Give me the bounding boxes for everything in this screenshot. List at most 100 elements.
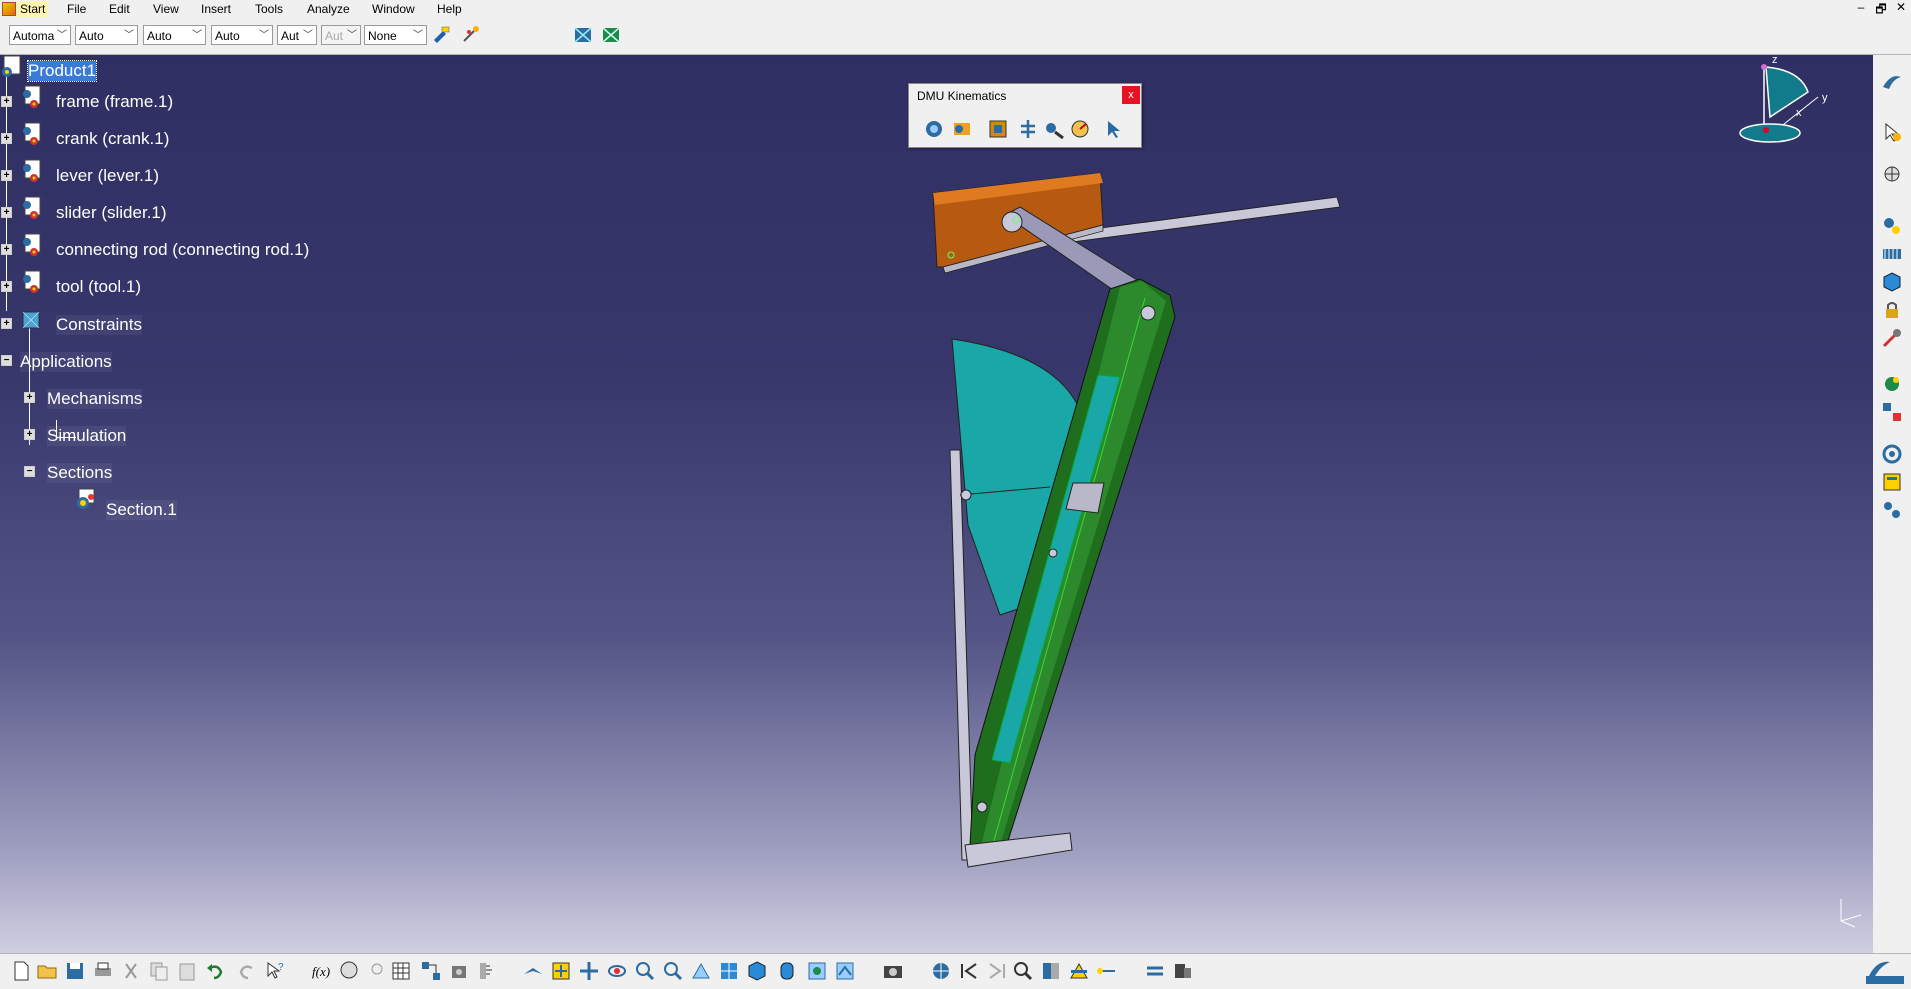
expand-crank-toggle[interactable]: + — [1, 133, 12, 144]
fly-icon[interactable] — [522, 960, 544, 982]
zoom-in-icon[interactable] — [634, 960, 656, 982]
snap-icon[interactable] — [1881, 373, 1903, 395]
lock-icon[interactable] — [1881, 299, 1903, 321]
paste-icon[interactable] — [176, 960, 198, 982]
flag-icon[interactable] — [573, 25, 593, 45]
menu-edit[interactable]: Edit — [106, 1, 133, 17]
catalog-icon[interactable] — [1881, 471, 1903, 493]
compass-widget[interactable]: z y x — [1730, 55, 1840, 165]
fit-all-icon[interactable] — [550, 960, 572, 982]
skip-forward-icon[interactable] — [986, 960, 1008, 982]
line-thickness-combo[interactable]: Auto ﹀ — [143, 25, 206, 45]
shading-icon[interactable] — [776, 960, 798, 982]
section-tool-icon[interactable] — [1068, 960, 1090, 982]
cut-icon[interactable] — [120, 960, 142, 982]
tree-node-connecting-rod[interactable]: connecting rod (connecting rod.1) — [56, 240, 309, 260]
film-icon[interactable] — [1881, 243, 1903, 265]
table-icon[interactable] — [390, 960, 412, 982]
light-icon[interactable] — [366, 960, 388, 982]
close-window-button[interactable]: ✕ — [1892, 0, 1910, 14]
transparency-combo[interactable]: Auto ﹀ — [75, 25, 138, 45]
menu-tools[interactable]: Tools — [252, 1, 286, 17]
measure-icon[interactable] — [476, 960, 498, 982]
graph-icon[interactable] — [420, 960, 442, 982]
redo-icon[interactable] — [236, 960, 258, 982]
knowledge-advisor-icon[interactable] — [338, 960, 360, 982]
compare-icon[interactable] — [1144, 960, 1166, 982]
formula-icon[interactable]: f(x) — [310, 960, 332, 982]
catia-app-icon[interactable] — [2, 2, 16, 16]
new-component-icon[interactable] — [1881, 215, 1903, 237]
mechanism-analysis-icon[interactable] — [1103, 118, 1125, 140]
wand-icon[interactable] — [461, 24, 481, 44]
dmu-kinematics-toolbar[interactable]: DMU Kinematics x — [908, 83, 1142, 148]
tree-node-lever[interactable]: lever (lever.1) — [56, 166, 159, 186]
zoom-out-icon[interactable] — [662, 960, 684, 982]
cube-icon[interactable] — [1881, 271, 1903, 293]
point-symbol-combo[interactable]: Aut ﹀ — [277, 25, 317, 45]
tree-node-simulation[interactable]: Simulation — [47, 426, 127, 446]
expand-frame-toggle[interactable]: + — [1, 96, 12, 107]
select-arrow-icon[interactable] — [1881, 121, 1903, 143]
simulation-icon[interactable] — [923, 118, 945, 140]
rotate-icon[interactable] — [606, 960, 628, 982]
safe-icon[interactable] — [448, 960, 470, 982]
mechanism-dressup-icon[interactable] — [951, 118, 973, 140]
menu-analyze[interactable]: Analyze — [304, 1, 353, 17]
spiral-icon[interactable] — [1881, 443, 1903, 465]
menu-start[interactable]: Start — [17, 1, 49, 17]
expand-constraints-toggle[interactable]: + — [1, 318, 12, 329]
disabled-combo[interactable]: Aut ﹀ — [321, 25, 361, 45]
multi-view-icon[interactable] — [718, 960, 740, 982]
expand-lever-toggle[interactable]: + — [1, 170, 12, 181]
painter-icon[interactable] — [431, 25, 451, 45]
swap-visible-space-icon[interactable] — [834, 960, 856, 982]
distance-icon[interactable] — [1096, 960, 1118, 982]
joint-icon[interactable] — [987, 118, 1009, 140]
skip-back-icon[interactable] — [958, 960, 980, 982]
whats-this-icon[interactable]: ? — [264, 960, 286, 982]
undo-icon[interactable] — [204, 960, 226, 982]
menu-file[interactable]: File — [64, 1, 89, 17]
animation-player-icon[interactable] — [930, 960, 952, 982]
tree-node-tool[interactable]: tool (tool.1) — [56, 277, 141, 297]
iso-view-icon[interactable] — [746, 960, 768, 982]
line-type-combo[interactable]: Auto ﹀ — [211, 25, 273, 45]
color-combo[interactable]: Automa ﹀ — [9, 25, 71, 45]
tree-node-crank[interactable]: crank (crank.1) — [56, 129, 169, 149]
flag-alt-icon[interactable] — [601, 25, 621, 45]
tree-node-slider[interactable]: slider (slider.1) — [56, 203, 167, 223]
3d-viewport[interactable]: z y x Product1 + frame (frame.1) + crank… — [0, 55, 1873, 953]
menu-view[interactable]: View — [150, 1, 182, 17]
tree-node-product1[interactable]: Product1 — [26, 60, 98, 82]
tools-icon[interactable] — [1881, 327, 1903, 349]
print-icon[interactable] — [92, 960, 114, 982]
tree-node-mechanisms[interactable]: Mechanisms — [47, 389, 143, 409]
expand-mechanisms-toggle[interactable]: + — [24, 392, 35, 403]
open-folder-icon[interactable] — [36, 960, 58, 982]
clash-icon[interactable] — [1040, 960, 1062, 982]
dmu-close-button[interactable]: x — [1122, 86, 1140, 104]
copy-icon[interactable] — [148, 960, 170, 982]
expand-tool-toggle[interactable]: + — [1, 281, 12, 292]
tree-node-section1[interactable]: Section.1 — [106, 500, 177, 520]
normal-view-icon[interactable] — [690, 960, 712, 982]
assembly-constraints-icon[interactable] — [1043, 118, 1065, 140]
menu-help[interactable]: Help — [434, 1, 465, 17]
expand-slider-toggle[interactable]: + — [1, 207, 12, 218]
tree-node-constraints[interactable]: Constraints — [56, 315, 142, 335]
fixed-part-icon[interactable] — [1017, 118, 1039, 140]
layer-combo[interactable]: None ﹀ — [364, 25, 427, 45]
sequence-icon[interactable] — [1172, 960, 1194, 982]
tree-node-applications[interactable]: Applications — [20, 352, 112, 372]
camera-icon[interactable] — [882, 960, 904, 982]
save-icon[interactable] — [64, 960, 86, 982]
reuse-pattern-icon[interactable] — [1881, 499, 1903, 521]
collapse-applications-toggle[interactable]: − — [1, 355, 12, 366]
tree-node-sections[interactable]: Sections — [47, 463, 113, 483]
collapse-sections-toggle[interactable]: − — [24, 466, 35, 477]
hide-show-icon[interactable] — [806, 960, 828, 982]
search-icon[interactable] — [1012, 960, 1034, 982]
menu-window[interactable]: Window — [369, 1, 418, 17]
minimize-button[interactable]: – — [1852, 0, 1870, 14]
